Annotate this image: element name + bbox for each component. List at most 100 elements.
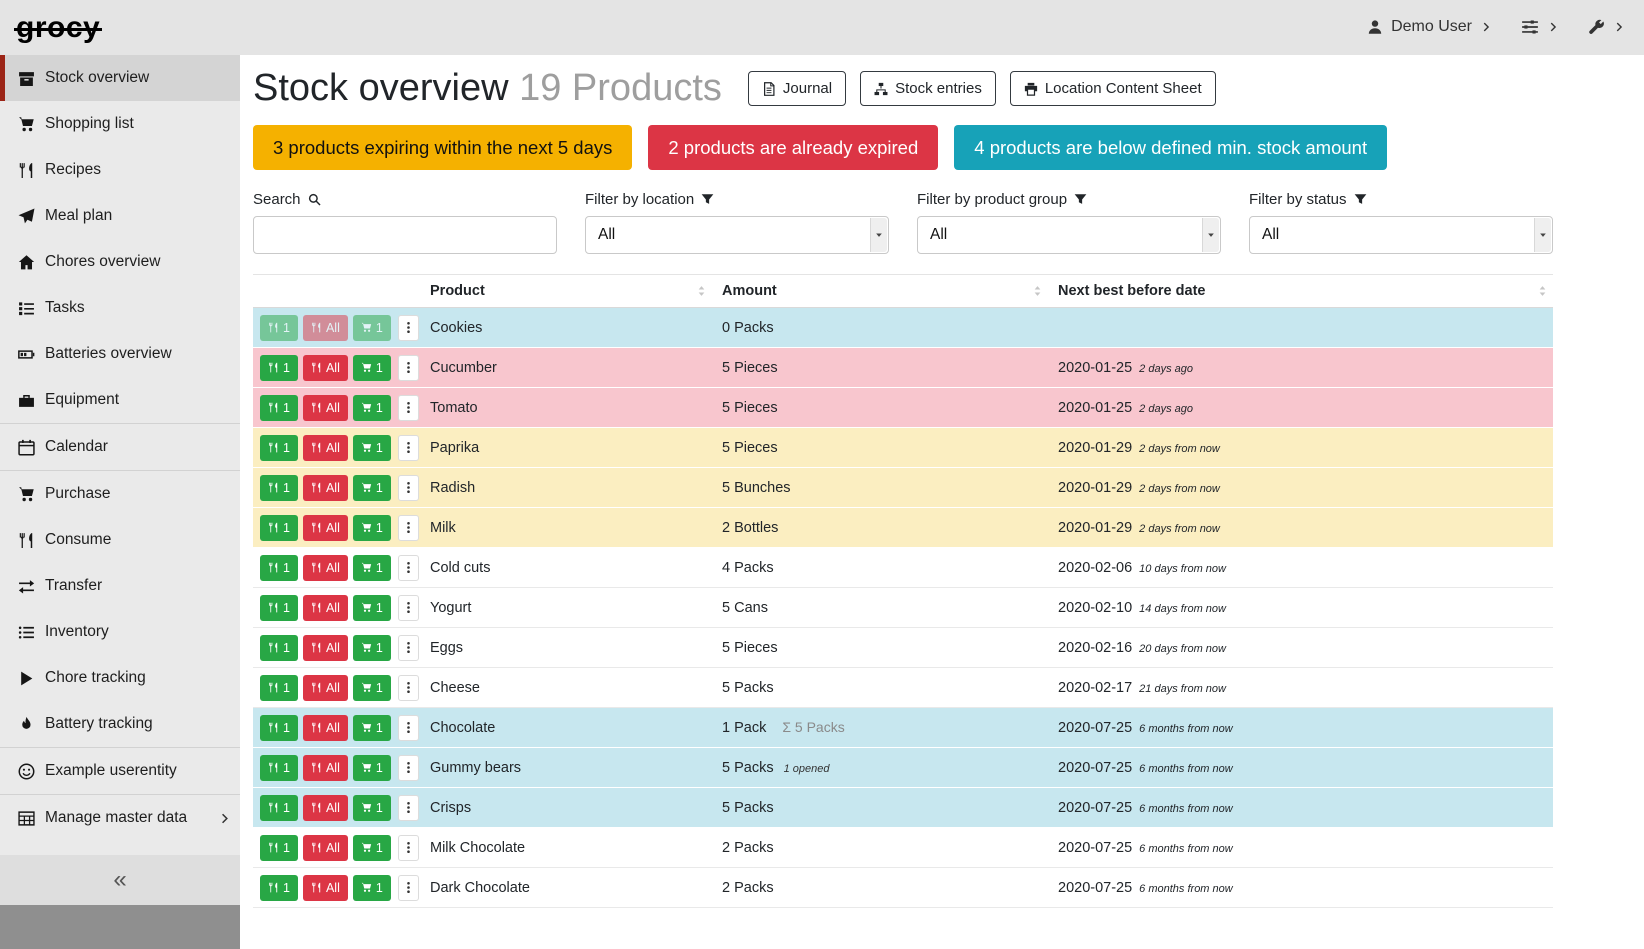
consume-one-button[interactable]: 1 [260, 315, 298, 341]
add-to-shopping-list-button[interactable]: 1 [353, 555, 391, 581]
sidebar-item-batteries-overview[interactable]: Batteries overview [0, 331, 240, 377]
consume-all-button[interactable]: All [303, 715, 348, 741]
sidebar-item-transfer[interactable]: Transfer [0, 563, 240, 609]
row-menu-button[interactable] [398, 475, 419, 501]
product-name: Gummy bears [430, 748, 722, 788]
consume-one-button[interactable]: 1 [260, 515, 298, 541]
column-header-date[interactable]: Next best before date [1058, 275, 1553, 308]
add-to-shopping-list-button[interactable]: 1 [353, 435, 391, 461]
consume-all-button[interactable]: All [303, 835, 348, 861]
sidebar-item-example-userentity[interactable]: Example userentity [0, 748, 240, 794]
consume-all-button[interactable]: All [303, 635, 348, 661]
row-menu-button[interactable] [398, 715, 419, 741]
consume-all-button[interactable]: All [303, 755, 348, 781]
consume-all-button[interactable]: All [303, 795, 348, 821]
sidebar-item-battery-tracking[interactable]: Battery tracking [0, 701, 240, 747]
consume-all-button[interactable]: All [303, 595, 348, 621]
column-header-product[interactable]: Product [430, 275, 722, 308]
add-to-shopping-list-button[interactable]: 1 [353, 315, 391, 341]
add-to-shopping-list-button[interactable]: 1 [353, 835, 391, 861]
consume-all-button[interactable]: All [303, 395, 348, 421]
row-menu-button[interactable] [398, 555, 419, 581]
filter-by-product-group-select[interactable]: All [917, 216, 1221, 254]
sidebar-item-purchase[interactable]: Purchase [0, 471, 240, 517]
column-header-amount[interactable]: Amount [722, 275, 1058, 308]
consume-one-button[interactable]: 1 [260, 675, 298, 701]
sidebar-item-equipment[interactable]: Equipment [0, 377, 240, 423]
row-menu-button[interactable] [398, 395, 419, 421]
consume-one-button[interactable]: 1 [260, 795, 298, 821]
row-menu-button[interactable] [398, 315, 419, 341]
sidebar-item-recipes[interactable]: Recipes [0, 147, 240, 193]
consume-all-button[interactable]: All [303, 315, 348, 341]
row-menu-button[interactable] [398, 435, 419, 461]
row-menu-button[interactable] [398, 875, 419, 901]
sidebar-item-chore-tracking[interactable]: Chore tracking [0, 655, 240, 701]
sidebar-item-label: Calendar [45, 438, 108, 456]
consume-all-button[interactable]: All [303, 435, 348, 461]
banner-expiring[interactable]: 3 products expiring within the next 5 da… [253, 125, 632, 170]
consume-one-button[interactable]: 1 [260, 355, 298, 381]
consume-all-button[interactable]: All [303, 675, 348, 701]
stock-entries-button[interactable]: Stock entries [860, 71, 996, 106]
row-menu-button[interactable] [398, 835, 419, 861]
sidebar-collapse-button[interactable]: « [0, 855, 240, 905]
tasks-icon [18, 300, 35, 317]
consume-one-button[interactable]: 1 [260, 715, 298, 741]
sidebar-item-meal-plan[interactable]: Meal plan [0, 193, 240, 239]
consume-one-button[interactable]: 1 [260, 555, 298, 581]
add-to-shopping-list-button[interactable]: 1 [353, 715, 391, 741]
sidebar-item-consume[interactable]: Consume [0, 517, 240, 563]
consume-one-button[interactable]: 1 [260, 835, 298, 861]
sidebar-item-tasks[interactable]: Tasks [0, 285, 240, 331]
tools-menu[interactable] [1588, 18, 1624, 36]
consume-one-button[interactable]: 1 [260, 755, 298, 781]
logo[interactable]: grocy [16, 11, 100, 45]
add-to-shopping-list-button[interactable]: 1 [353, 755, 391, 781]
sidebar-item-shopping-list[interactable]: Shopping list [0, 101, 240, 147]
user-menu[interactable]: Demo User [1367, 18, 1491, 36]
row-menu-button[interactable] [398, 595, 419, 621]
add-to-shopping-list-button[interactable]: 1 [353, 595, 391, 621]
sidebar-item-inventory[interactable]: Inventory [0, 609, 240, 655]
sidebar-item-label: Chore tracking [45, 669, 146, 687]
filter-by-status-select[interactable]: All [1249, 216, 1553, 254]
consume-one-button[interactable]: 1 [260, 475, 298, 501]
sidebar-item-stock-overview[interactable]: Stock overview [0, 55, 240, 101]
sidebar-item-calendar[interactable]: Calendar [0, 424, 240, 470]
add-to-shopping-list-button[interactable]: 1 [353, 355, 391, 381]
search-input[interactable] [253, 216, 557, 254]
row-menu-button[interactable] [398, 675, 419, 701]
row-menu-button[interactable] [398, 635, 419, 661]
consume-one-button[interactable]: 1 [260, 635, 298, 661]
row-menu-button[interactable] [398, 355, 419, 381]
consume-one-button[interactable]: 1 [260, 395, 298, 421]
row-menu-button[interactable] [398, 755, 419, 781]
table-row: 1All1Gummy bears5 Packs1 opened2020-07-2… [253, 748, 1553, 788]
row-menu-button[interactable] [398, 515, 419, 541]
consume-one-button[interactable]: 1 [260, 435, 298, 461]
add-to-shopping-list-button[interactable]: 1 [353, 395, 391, 421]
consume-all-button[interactable]: All [303, 475, 348, 501]
add-to-shopping-list-button[interactable]: 1 [353, 635, 391, 661]
add-to-shopping-list-button[interactable]: 1 [353, 475, 391, 501]
consume-all-button[interactable]: All [303, 875, 348, 901]
consume-one-button[interactable]: 1 [260, 875, 298, 901]
add-to-shopping-list-button[interactable]: 1 [353, 795, 391, 821]
banner-expired[interactable]: 2 products are already expired [648, 125, 938, 170]
add-to-shopping-list-button[interactable]: 1 [353, 875, 391, 901]
add-to-shopping-list-button[interactable]: 1 [353, 675, 391, 701]
row-menu-button[interactable] [398, 795, 419, 821]
filter-by-location-select[interactable]: All [585, 216, 889, 254]
banner-belowmin[interactable]: 4 products are below defined min. stock … [954, 125, 1387, 170]
consume-all-button[interactable]: All [303, 355, 348, 381]
consume-all-button[interactable]: All [303, 515, 348, 541]
add-to-shopping-list-button[interactable]: 1 [353, 515, 391, 541]
sidebar-item-chores-overview[interactable]: Chores overview [0, 239, 240, 285]
location-content-sheet-button[interactable]: Location Content Sheet [1010, 71, 1216, 106]
sidebar-item-manage-master-data[interactable]: Manage master data [0, 795, 240, 841]
consume-all-button[interactable]: All [303, 555, 348, 581]
consume-one-button[interactable]: 1 [260, 595, 298, 621]
journal-button[interactable]: Journal [748, 71, 846, 106]
settings-menu[interactable] [1521, 18, 1558, 36]
